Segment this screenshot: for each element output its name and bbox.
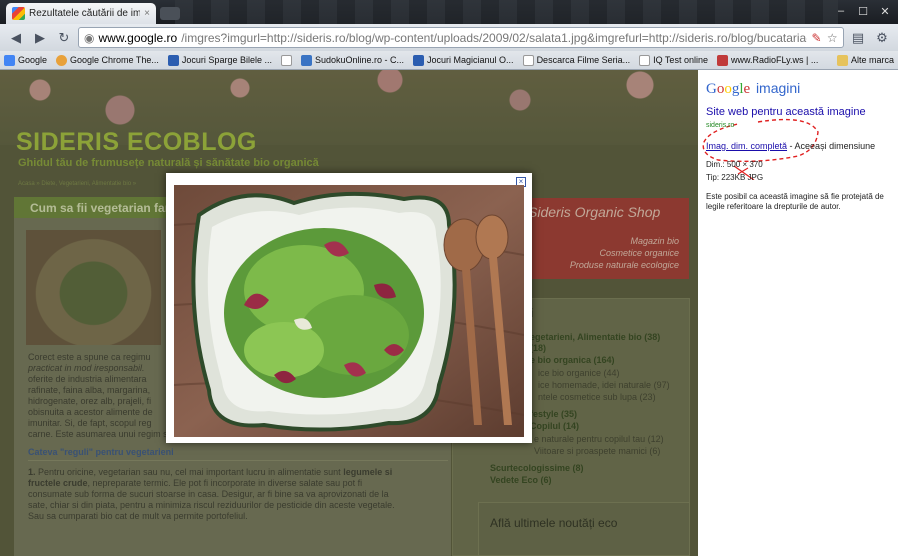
bookmark-item[interactable]: www.RadioFLy.ws | ...: [716, 54, 818, 66]
page-viewport: SIDERIS ECOBLOG Ghidul tău de frumusețe …: [0, 70, 898, 556]
page-icon: [280, 54, 292, 66]
tab-google-images[interactable]: Rezultatele căutării de im... ×: [6, 3, 156, 24]
google-images-panel: Google imagini Site web pentru această i…: [698, 70, 898, 556]
logo-letter: G: [706, 81, 717, 97]
separator: -: [787, 141, 795, 151]
bookmark-item[interactable]: IQ Test online: [639, 54, 708, 66]
folder-icon: [836, 54, 848, 66]
minimize-icon[interactable]: –: [830, 3, 852, 19]
new-tab-button[interactable]: [160, 7, 180, 20]
full-size-row: Imag. dim. completă - Aceeași dimensiune: [706, 141, 875, 151]
navigation-toolbar: ◀ ▶ ↻ ◉ www.google.ro /imgres?imgurl=htt…: [0, 24, 898, 51]
image-preview-lightbox: ×: [166, 173, 532, 443]
tab-close-icon[interactable]: ×: [144, 8, 150, 19]
tab-strip: Rezultatele căutării de im... × – ☐ ✕: [0, 0, 898, 24]
salad-photo: [174, 185, 524, 437]
bookmark-item[interactable]: Google: [4, 54, 47, 66]
full-size-image-link[interactable]: Imag. dim. completă: [706, 141, 787, 151]
url-path: /imgres?imgurl=http://sideris.ro/blog/wp…: [181, 30, 807, 45]
bookmark-star-icon[interactable]: ☆: [826, 31, 838, 45]
reload-icon[interactable]: ↻: [54, 28, 74, 48]
back-arrow-icon[interactable]: ◀: [6, 28, 26, 48]
wrench-menu-icon[interactable]: ⚙: [872, 28, 892, 48]
site-web-link[interactable]: Site web pentru această imagine: [706, 106, 866, 118]
theme-pattern: [175, 0, 838, 24]
extension-icon[interactable]: ✎: [811, 31, 823, 45]
bookmark-item[interactable]: Descarca Filme Seria...: [522, 54, 630, 66]
bookmark-favicon-icon: [413, 54, 425, 66]
bookmarks-bar: Google Google Chrome The... Jocuri Sparg…: [0, 51, 898, 70]
logo-letter: o: [724, 81, 732, 97]
url-domain: www.google.ro: [98, 30, 178, 45]
chrome-icon: [56, 54, 68, 66]
maximize-icon[interactable]: ☐: [852, 3, 874, 19]
bookmark-item[interactable]: [280, 54, 292, 66]
tab-title: Rezultatele căutării de im...: [29, 8, 141, 19]
google-images-logo[interactable]: Google imagini: [706, 80, 800, 98]
page-menu-icon[interactable]: ▤: [848, 28, 868, 48]
page-info-icon[interactable]: ◉: [84, 31, 94, 45]
sudoku-icon: [300, 54, 312, 66]
page-icon: [639, 54, 651, 66]
bookmark-favicon-icon: [4, 54, 15, 66]
bookmark-item[interactable]: Google Chrome The...: [56, 54, 159, 66]
bookmark-item[interactable]: Jocuri Sparge Bilele ...: [167, 54, 272, 66]
google-favicon-icon: [12, 7, 25, 20]
image-dimensions: Dim.: 500 × 370: [706, 160, 763, 169]
address-bar[interactable]: ◉ www.google.ro /imgres?imgurl=http://si…: [78, 27, 844, 48]
forward-arrow-icon[interactable]: ▶: [30, 28, 50, 48]
site-host: sideris.ro: [706, 122, 735, 129]
bookmark-favicon-icon: [167, 54, 179, 66]
same-size-label: Aceeași dimensiune: [794, 141, 876, 151]
radio-icon: [716, 54, 728, 66]
page-icon: [522, 54, 534, 66]
window-close-icon[interactable]: ✕: [874, 3, 896, 19]
bookmark-item[interactable]: SudokuOnline.ro - C...: [300, 54, 404, 66]
logo-letter: e: [743, 81, 751, 97]
logo-word: imagini: [755, 80, 801, 96]
other-bookmarks[interactable]: Alte marca: [836, 54, 894, 66]
bookmark-item[interactable]: Jocuri Magicianul O...: [413, 54, 514, 66]
image-type: Tip: 223KB JPG: [706, 173, 764, 182]
copyright-note: Este posibil ca această imagine să fie p…: [706, 192, 884, 211]
